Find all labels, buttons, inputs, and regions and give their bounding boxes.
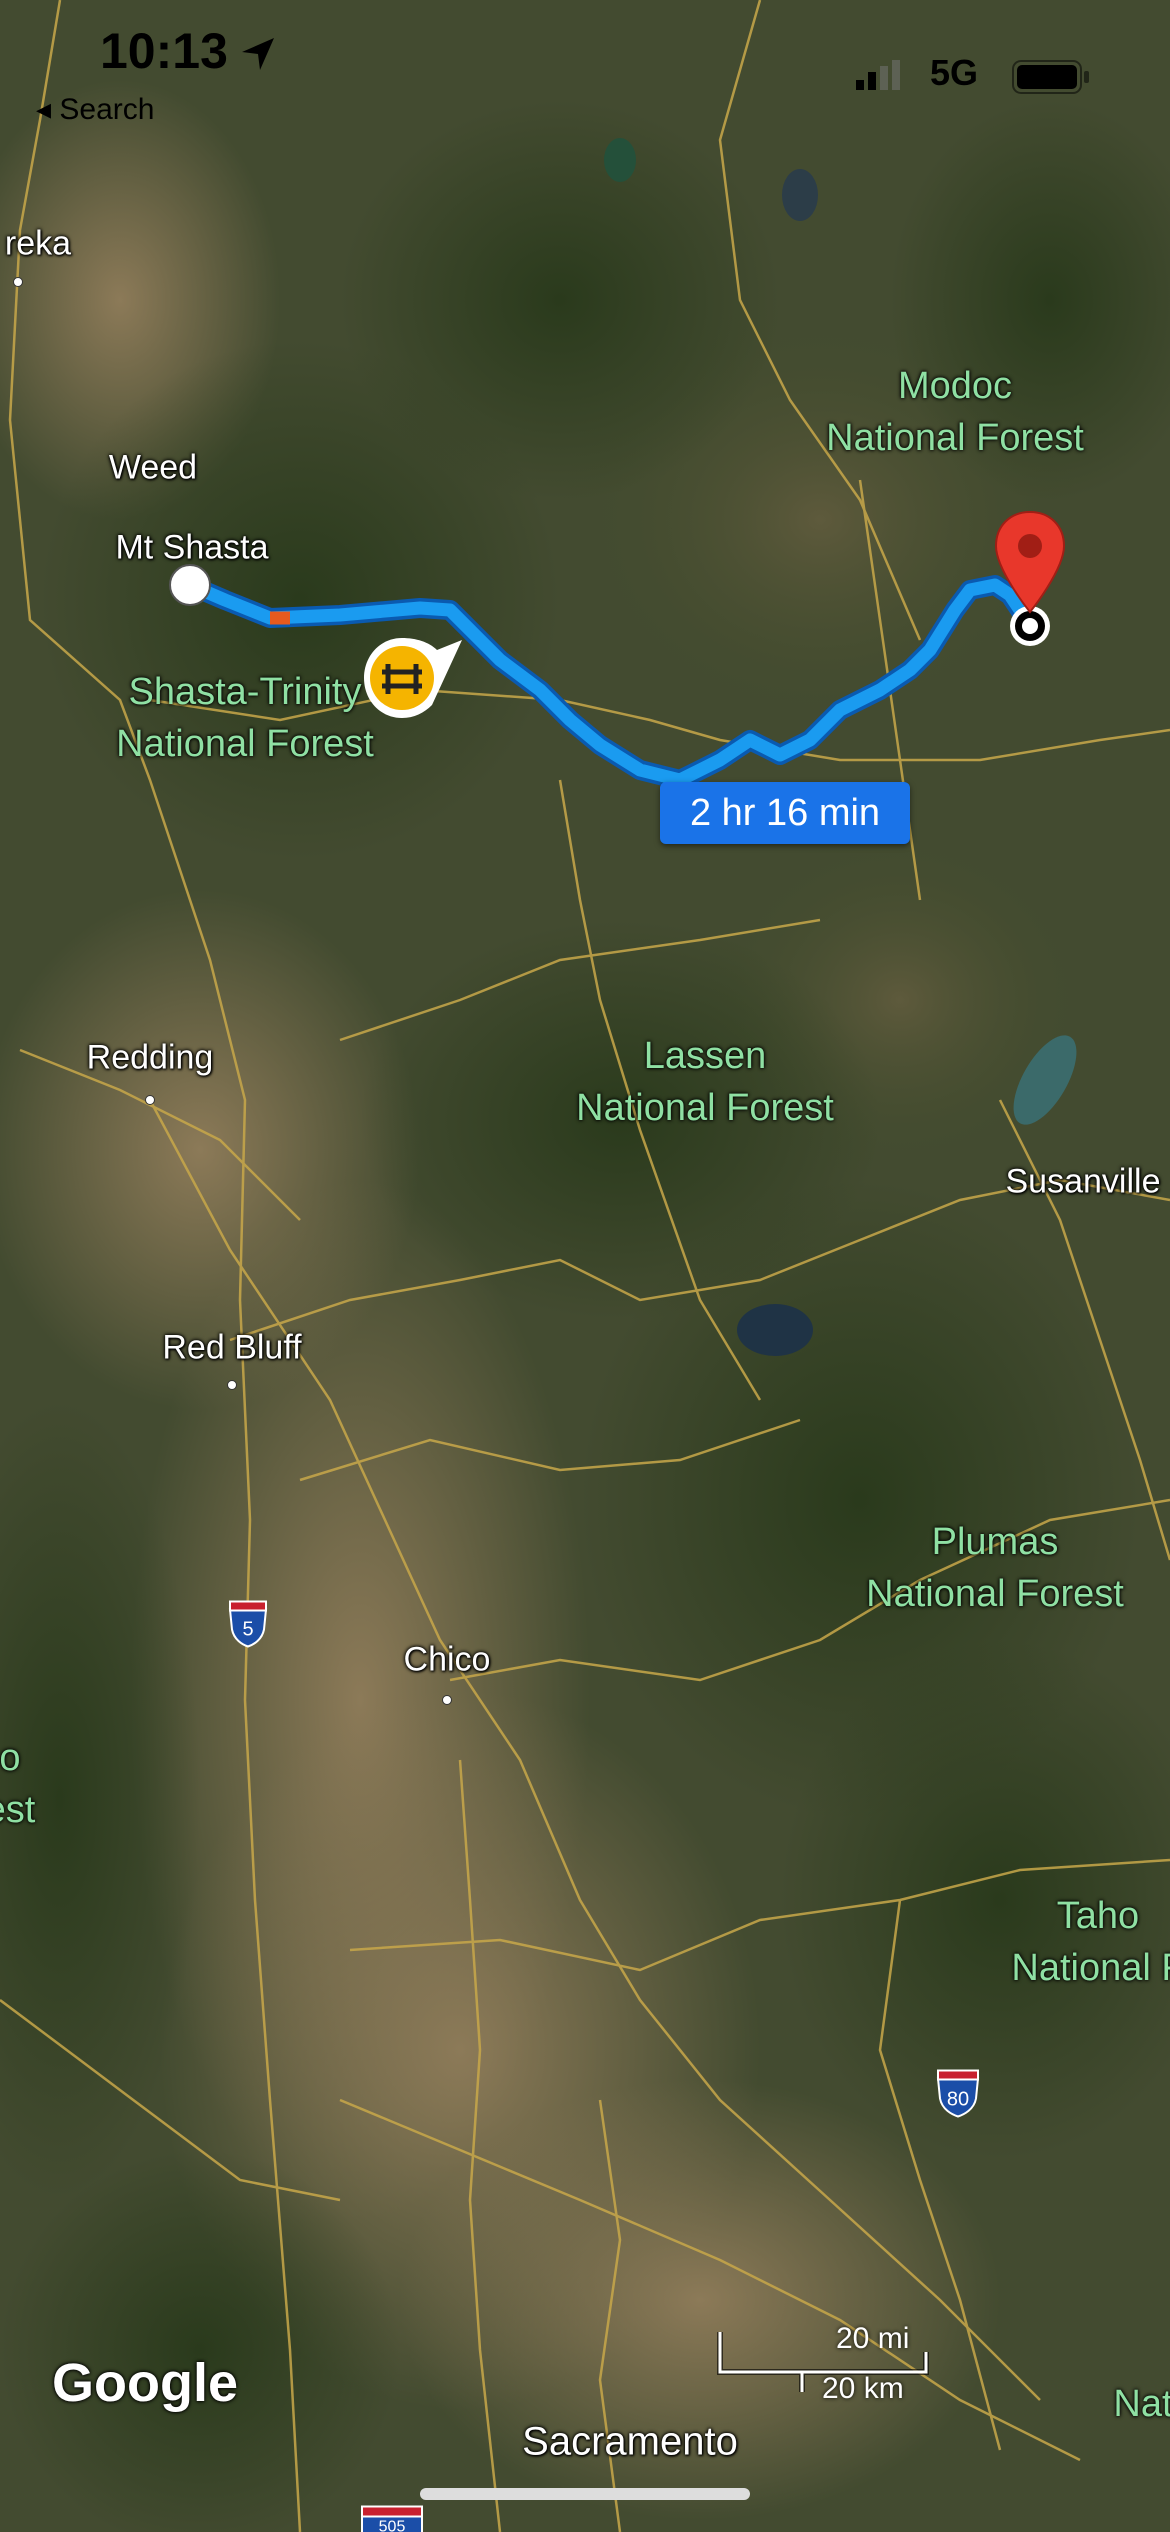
origin-dot-icon[interactable] bbox=[166, 561, 214, 609]
destination-pin-icon[interactable] bbox=[990, 508, 1070, 618]
map-view[interactable]: 2 hr 16 min reka Weed Mt Shasta Redding … bbox=[0, 0, 1170, 2532]
scale-km-label: 20 km bbox=[822, 2372, 904, 2405]
place-dot-red-bluff bbox=[227, 1380, 237, 1390]
back-to-search-link[interactable]: ◂ Search bbox=[36, 92, 154, 127]
place-dot-yreka bbox=[13, 277, 23, 287]
map-scale-bar: 20 mi 20 km bbox=[716, 2322, 956, 2422]
google-logo: Google bbox=[52, 2353, 238, 2413]
place-label-chico[interactable]: Chico bbox=[404, 1641, 491, 1680]
place-label-redding[interactable]: Redding bbox=[87, 1039, 214, 1078]
status-bar: 10:13 ◂ Search 5G bbox=[0, 0, 1170, 130]
interstate-5-shield: 5 bbox=[227, 1600, 269, 1653]
place-dot-chico bbox=[442, 1695, 452, 1705]
place-label-red-bluff[interactable]: Red Bluff bbox=[162, 1329, 301, 1368]
place-dot-redding bbox=[145, 1095, 155, 1105]
place-label-mt-shasta[interactable]: Mt Shasta bbox=[115, 529, 268, 568]
place-label-weed[interactable]: Weed bbox=[109, 449, 197, 488]
battery-icon bbox=[1012, 60, 1089, 94]
place-label-yreka[interactable]: reka bbox=[5, 225, 71, 264]
interstate-80-shield: 80 bbox=[935, 2069, 981, 2124]
route-duration-badge[interactable]: 2 hr 16 min bbox=[660, 782, 910, 844]
forest-label-tahoe[interactable]: Taho National F bbox=[1011, 1890, 1170, 1994]
interstate-505-label: 505 bbox=[379, 2519, 406, 2532]
interstate-80-label: 80 bbox=[947, 2089, 969, 2111]
scale-miles-label: 20 mi bbox=[836, 2322, 910, 2355]
network-type: 5G bbox=[930, 52, 979, 93]
interstate-5-label: 5 bbox=[242, 1619, 253, 1641]
home-indicator[interactable] bbox=[420, 2488, 750, 2500]
forest-label-plumas[interactable]: Plumas National Forest bbox=[866, 1516, 1124, 1620]
forest-label-modoc[interactable]: Modoc National Forest bbox=[826, 360, 1084, 464]
forest-label-mendocino[interactable]: o est bbox=[0, 1732, 35, 1836]
place-label-sacramento[interactable]: Sacramento bbox=[522, 2420, 738, 2465]
forest-label-nat[interactable]: Nat bbox=[1113, 2378, 1170, 2430]
place-label-susanville[interactable]: Susanville bbox=[1006, 1163, 1161, 1202]
location-arrow-icon bbox=[242, 38, 274, 70]
interstate-505-shield: 505 bbox=[360, 2505, 424, 2532]
status-time: 10:13 bbox=[100, 23, 228, 79]
forest-label-lassen[interactable]: Lassen National Forest bbox=[576, 1030, 834, 1134]
forest-label-shasta-trinity[interactable]: Shasta-Trinity National Forest bbox=[116, 666, 374, 770]
signal-bars-icon bbox=[856, 60, 900, 90]
